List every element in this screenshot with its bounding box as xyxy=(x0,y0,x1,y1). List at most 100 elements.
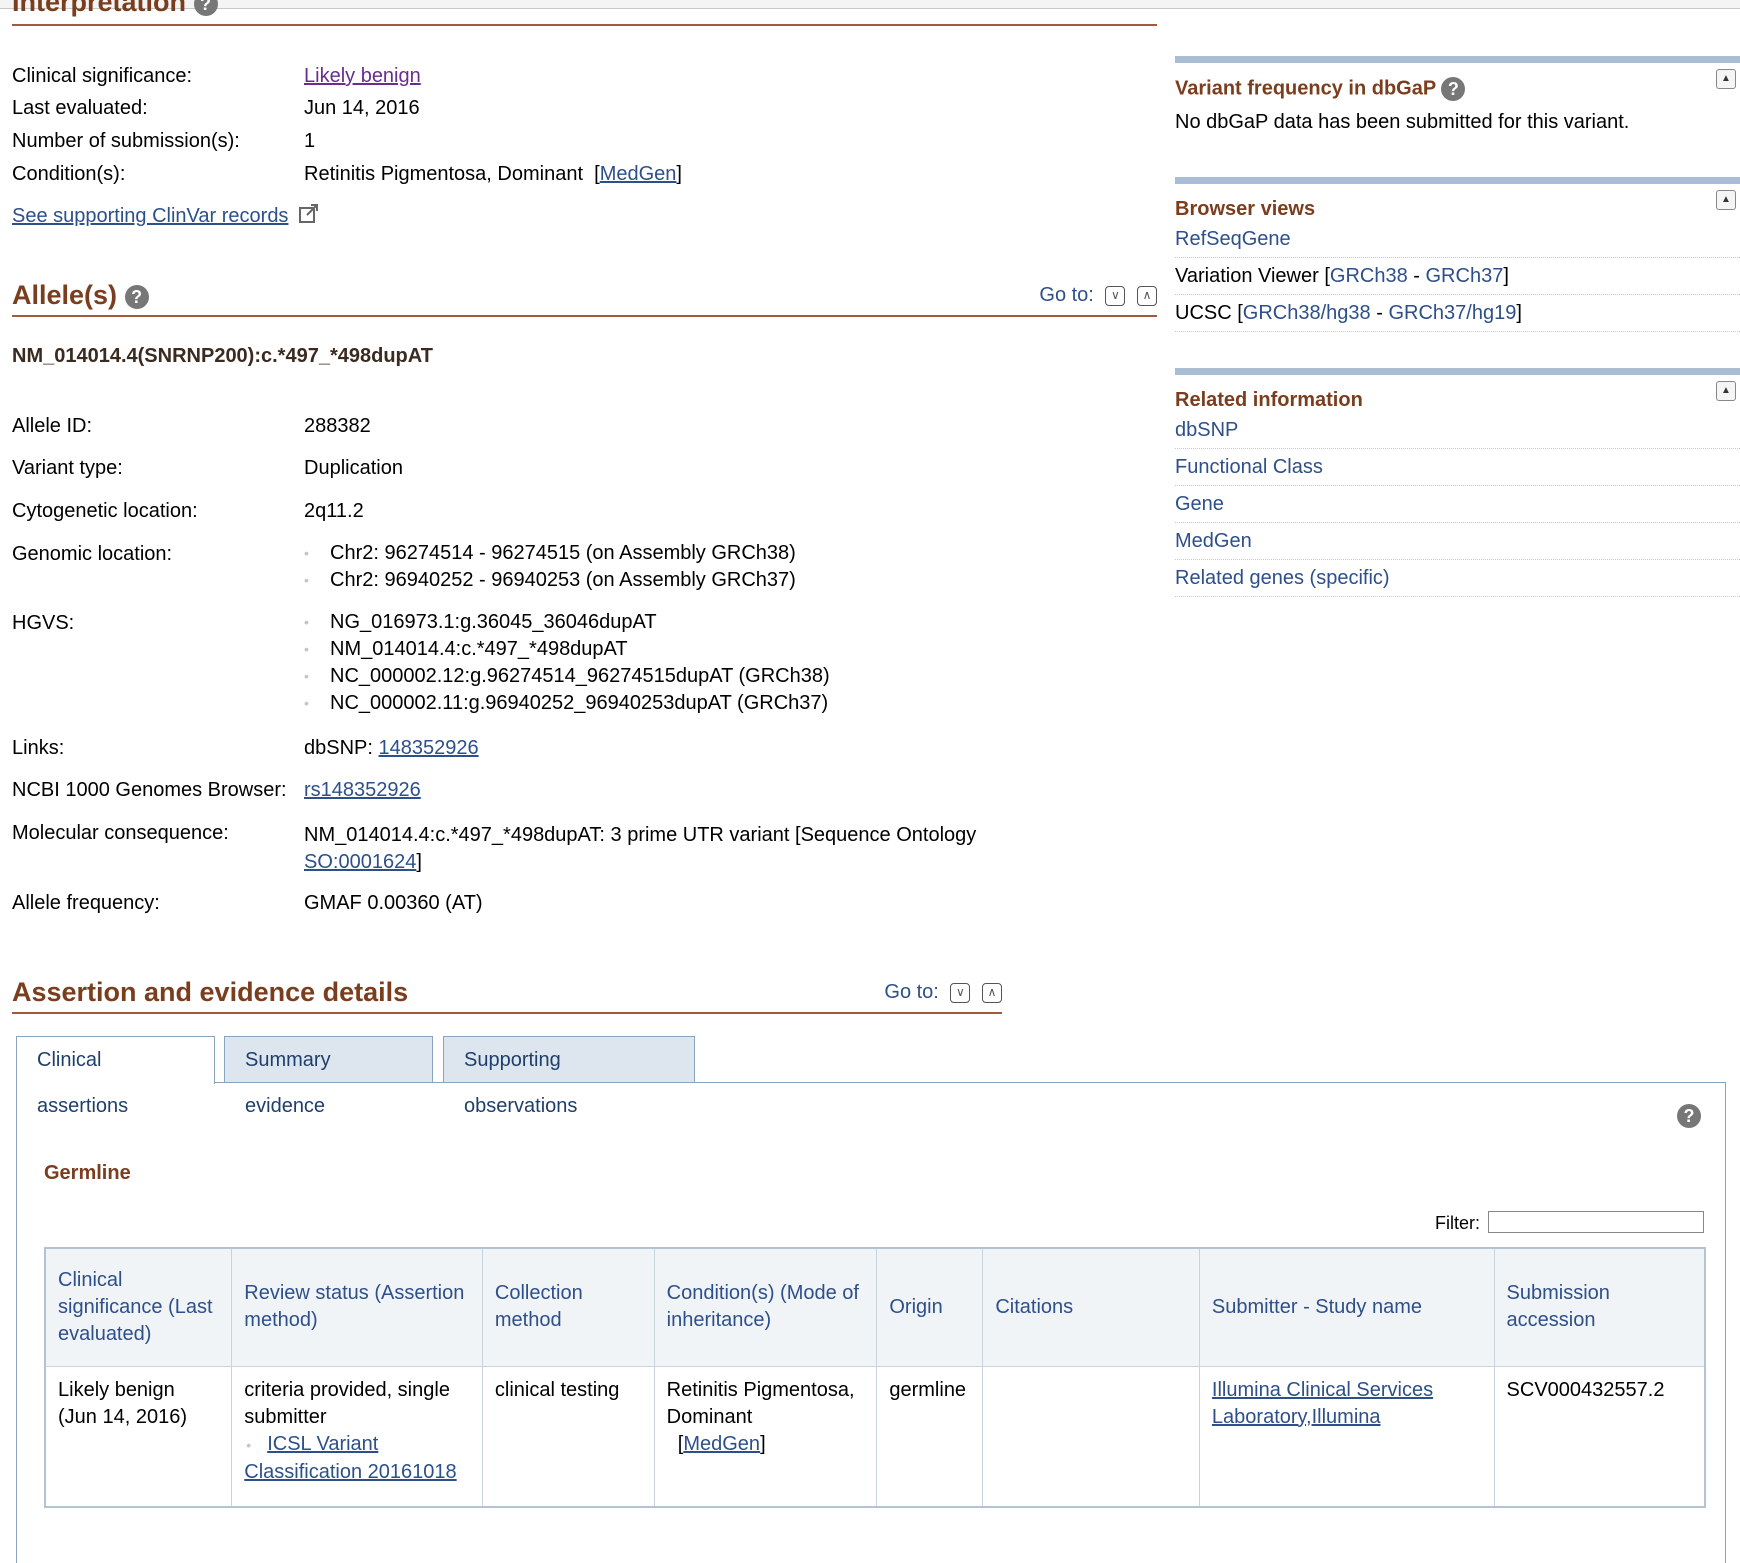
ncbi-1000-genomes-label: NCBI 1000 Genomes Browser: xyxy=(12,779,287,801)
conditions-medgen-link[interactable]: MedGen xyxy=(600,163,677,185)
variation-viewer-grch37-link[interactable]: GRCh37 xyxy=(1426,265,1504,287)
last-evaluated-value: Jun 14, 2016 xyxy=(304,97,420,119)
column-header[interactable]: Submitter - Study name xyxy=(1198,1247,1495,1367)
browser-views-panel: Browser views ▲ RefSeqGene Variation Vie… xyxy=(1175,177,1740,332)
conditions-label: Condition(s): xyxy=(12,163,126,185)
related-information-title: Related information xyxy=(1175,389,1363,411)
ucsc-grch37-link[interactable]: GRCh37/hg19 xyxy=(1388,302,1516,324)
related-functional-class-link[interactable]: Functional Class xyxy=(1175,456,1323,478)
collapse-icon[interactable]: ▲ xyxy=(1716,381,1736,401)
allele-frequency-value: GMAF 0.00360 (AT) xyxy=(304,892,483,914)
num-submissions-label: Number of submission(s): xyxy=(12,130,240,152)
sequence-ontology-link[interactable]: SO:0001624 xyxy=(304,851,416,873)
related-information-panel: Related information ▲ dbSNP Functional C… xyxy=(1175,368,1740,597)
tab-summary-evidence[interactable]: Summary evidence xyxy=(224,1036,433,1117)
germline-title: Germline xyxy=(44,1162,131,1184)
variant-type-value: Duplication xyxy=(304,457,403,479)
related-dbsnp-link[interactable]: dbSNP xyxy=(1175,419,1238,441)
dbgap-text: No dbGaP data has been submitted for thi… xyxy=(1175,111,1630,133)
list-item: NC_000002.11:g.96940252_96940253dupAT (G… xyxy=(304,690,830,717)
links-label: Links: xyxy=(12,737,65,759)
assertion-method-link[interactable]: ICSL Variant Classification 20161018 xyxy=(244,1433,456,1483)
tab-supporting-observations[interactable]: Supporting observations xyxy=(443,1036,695,1117)
help-icon[interactable]: ? xyxy=(124,284,149,309)
chevron-down-icon[interactable]: ∨ xyxy=(1105,285,1126,306)
related-medgen-link[interactable]: MedGen xyxy=(1175,530,1252,552)
external-link-icon xyxy=(299,204,318,223)
assertion-header: Assertion and evidence details Go to: ∨ … xyxy=(12,972,1002,1014)
refseqgene-row: RefSeqGene xyxy=(1175,221,1740,258)
submitter-link[interactable]: Illumina Clinical Services Laboratory,Il… xyxy=(1212,1379,1433,1428)
ucsc-row: UCSC [GRCh38/hg38 - GRCh37/hg19] xyxy=(1175,295,1740,332)
column-header[interactable]: Submission accession xyxy=(1493,1247,1706,1367)
column-header[interactable]: Citations xyxy=(982,1247,1200,1367)
ncbi-1000-genomes-link[interactable]: rs148352926 xyxy=(304,779,421,802)
related-gene-link[interactable]: Gene xyxy=(1175,493,1224,515)
help-icon[interactable]: ? xyxy=(1441,77,1466,101)
list-item: Chr2: 96274514 - 96274515 (on Assembly G… xyxy=(304,540,796,567)
column-header[interactable]: Condition(s) (Mode of inheritance) xyxy=(653,1247,878,1367)
list-item: NG_016973.1:g.36045_36046dupAT xyxy=(304,609,830,636)
last-evaluated-label: Last evaluated: xyxy=(12,97,148,119)
related-item: Functional Class xyxy=(1175,449,1740,486)
related-genes-specific-link[interactable]: Related genes (specific) xyxy=(1175,567,1390,589)
hgvs-label: HGVS: xyxy=(12,612,75,634)
ucsc-grch38-link[interactable]: GRCh38/hg38 xyxy=(1243,302,1371,324)
significance-cell: Likely benign (Jun 14, 2016) xyxy=(44,1365,233,1507)
allele-id-label: Allele ID: xyxy=(12,415,93,437)
related-item: MedGen xyxy=(1175,523,1740,560)
see-supporting-link[interactable]: See supporting ClinVar records xyxy=(12,205,288,227)
collapse-icon[interactable]: ▲ xyxy=(1716,190,1736,210)
filter-input[interactable] xyxy=(1488,1211,1704,1233)
hgvs-list: NG_016973.1:g.36045_36046dupAT NM_014014… xyxy=(304,609,830,717)
table-header-row: Clinical significance (Last evaluated) R… xyxy=(44,1247,1706,1367)
assertion-title: Assertion and evidence details xyxy=(12,977,409,1007)
clinical-significance-link[interactable]: Likely benign xyxy=(304,65,421,88)
interpretation-title: Interpretation ? xyxy=(12,0,218,18)
related-item: Related genes (specific) xyxy=(1175,560,1740,597)
browser-views-title: Browser views xyxy=(1175,198,1316,220)
cytogenetic-label: Cytogenetic location: xyxy=(12,500,198,522)
collection-method-cell: clinical testing xyxy=(481,1365,655,1507)
interpretation-header: Interpretation ? xyxy=(12,0,1157,26)
list-item: NM_014014.4:c.*497_*498dupAT xyxy=(304,636,830,663)
chevron-down-icon[interactable]: ∨ xyxy=(950,982,971,1003)
allele-frequency-label: Allele frequency: xyxy=(12,892,160,914)
review-status-cell: criteria provided, single submitter • ICS… xyxy=(231,1365,483,1507)
related-item: dbSNP xyxy=(1175,412,1740,449)
condition-medgen-link[interactable]: MedGen xyxy=(683,1433,760,1455)
column-header[interactable]: Review status (Assertion method) xyxy=(231,1247,483,1367)
dbsnp-link[interactable]: 148352926 xyxy=(379,737,479,759)
cytogenetic-value: 2q11.2 xyxy=(304,500,364,522)
collapse-icon[interactable]: ▲ xyxy=(1716,69,1736,89)
help-icon[interactable]: ? xyxy=(1677,1104,1701,1128)
submissions-table: Clinical significance (Last evaluated) R… xyxy=(44,1247,1706,1508)
refseqgene-link[interactable]: RefSeqGene xyxy=(1175,228,1291,250)
variation-viewer-grch38-link[interactable]: GRCh38 xyxy=(1330,265,1408,287)
variant-name: NM_014014.4(SNRNP200):c.*497_*498dupAT xyxy=(12,345,433,367)
origin-cell: germline xyxy=(876,1365,984,1507)
alleles-title: Allele(s) ? xyxy=(12,280,149,311)
alleles-header: Allele(s) ? Go to: ∨ ∧ xyxy=(12,272,1157,317)
dbgap-panel: Variant frequency in dbGaP ? ▲ No dbGaP … xyxy=(1175,56,1740,134)
num-submissions-value: 1 xyxy=(304,130,316,152)
dbgap-title: Variant frequency in dbGaP ? xyxy=(1175,77,1740,101)
panel-bar xyxy=(1175,56,1740,63)
allele-id-value: 288382 xyxy=(304,415,371,437)
column-header[interactable]: Clinical significance (Last evaluated) xyxy=(44,1247,233,1367)
molecular-consequence-label: Molecular consequence: xyxy=(12,822,229,844)
tab-clinical-assertions[interactable]: Clinical assertions xyxy=(16,1036,215,1117)
chevron-up-icon[interactable]: ∧ xyxy=(1137,285,1157,306)
alleles-goto: Go to: ∨ ∧ xyxy=(1039,284,1157,307)
column-header[interactable]: Collection method xyxy=(481,1247,655,1367)
genomic-location-label: Genomic location: xyxy=(12,543,173,565)
column-header[interactable]: Origin xyxy=(876,1247,984,1367)
table-row: Likely benign (Jun 14, 2016) criteria pr… xyxy=(44,1365,1706,1507)
variant-type-label: Variant type: xyxy=(12,457,123,479)
panel-bar xyxy=(1175,177,1740,184)
chevron-up-icon[interactable]: ∧ xyxy=(982,982,1002,1003)
bullet-icon: • xyxy=(246,1436,252,1453)
help-icon[interactable]: ? xyxy=(193,0,218,16)
panel-bar xyxy=(1175,368,1740,375)
genomic-location-list: Chr2: 96274514 - 96274515 (on Assembly G… xyxy=(304,540,796,594)
